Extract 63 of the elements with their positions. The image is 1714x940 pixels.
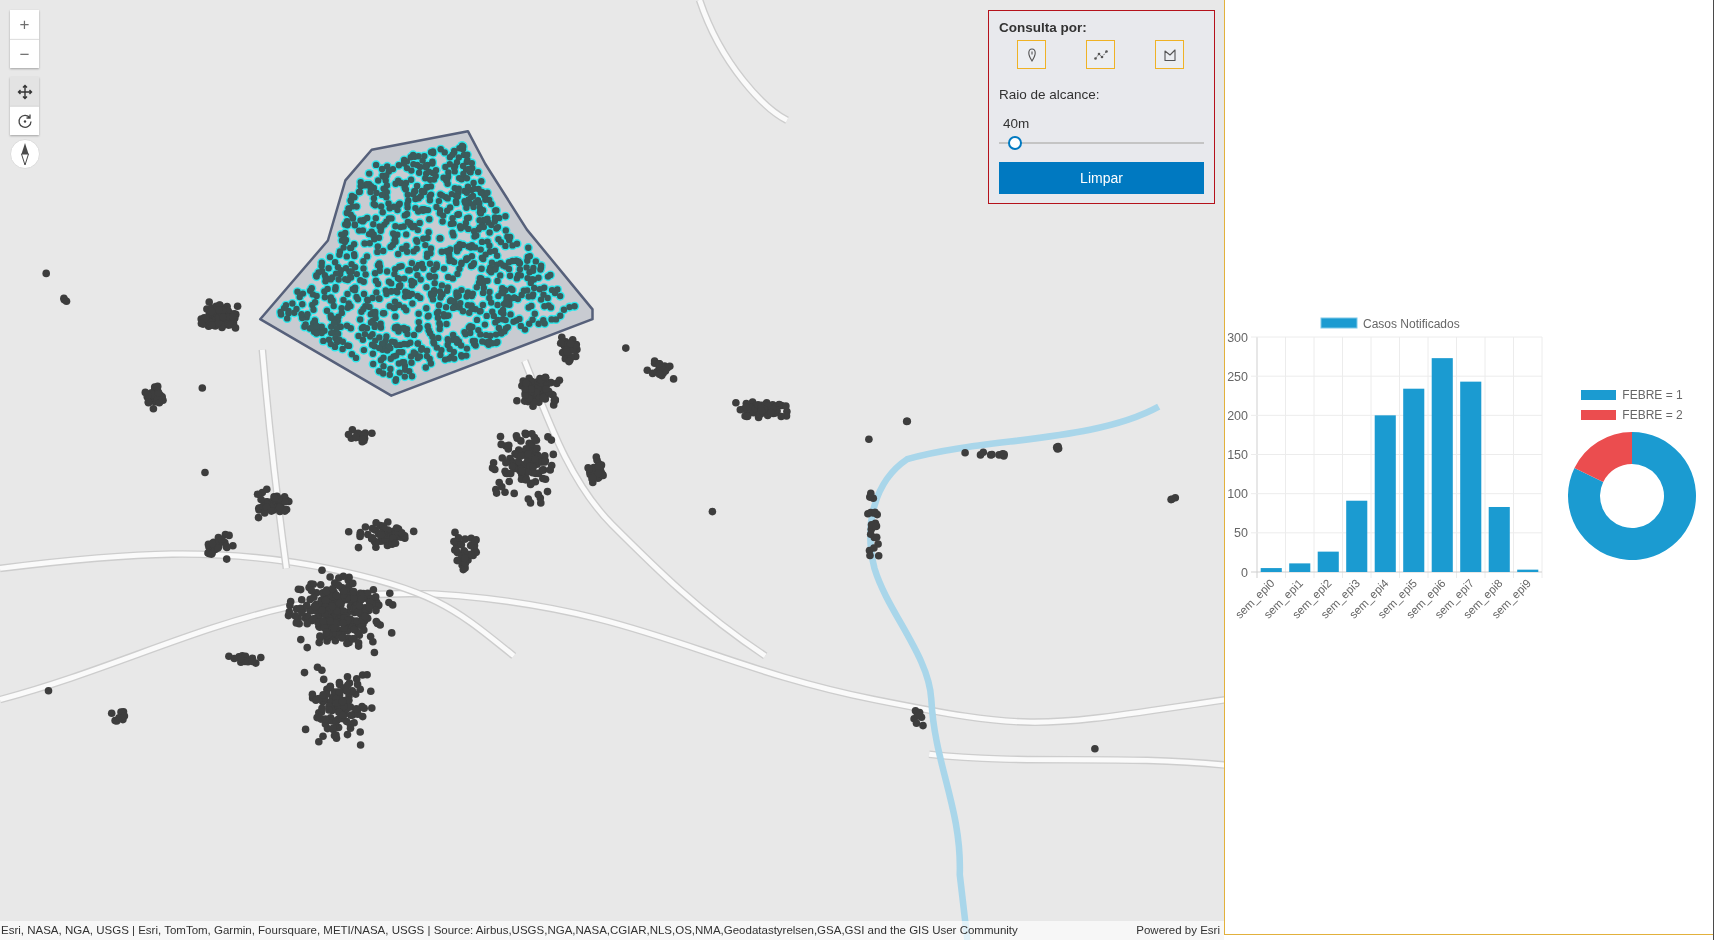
point-cluster bbox=[450, 528, 480, 574]
point-cluster bbox=[344, 425, 376, 446]
bar bbox=[1517, 569, 1539, 572]
tick-label: 0 bbox=[1241, 565, 1248, 580]
pan-button[interactable] bbox=[10, 77, 39, 106]
slider-thumb[interactable] bbox=[1008, 136, 1023, 150]
tick-label: 100 bbox=[1227, 487, 1248, 502]
move-icon bbox=[16, 83, 33, 100]
point-cluster bbox=[201, 468, 209, 477]
polyline-icon bbox=[1093, 47, 1108, 62]
polygon-tool-button[interactable] bbox=[1155, 40, 1184, 69]
point-cluster bbox=[732, 398, 791, 422]
powered-by-link[interactable]: Powered by Esri bbox=[1136, 921, 1220, 940]
point-cluster bbox=[107, 707, 129, 725]
tick-label: 250 bbox=[1227, 369, 1248, 384]
clear-button[interactable]: Limpar bbox=[999, 162, 1204, 194]
point-tool-button[interactable] bbox=[1017, 40, 1046, 69]
point-cluster bbox=[60, 294, 71, 305]
point-cluster bbox=[584, 453, 607, 487]
point-cluster bbox=[204, 530, 237, 563]
bar bbox=[1289, 563, 1311, 572]
point-cluster bbox=[864, 489, 883, 560]
point-cluster bbox=[556, 333, 581, 366]
point-cluster bbox=[42, 269, 50, 278]
point-cluster bbox=[198, 384, 207, 392]
point-cluster bbox=[961, 448, 1008, 460]
legend-label: Casos Notificados bbox=[1363, 316, 1460, 331]
bar bbox=[1260, 568, 1282, 572]
panel-title: Consulta por: bbox=[999, 19, 1088, 37]
point-cluster bbox=[865, 435, 873, 444]
bar bbox=[1317, 551, 1339, 572]
point-cluster bbox=[1052, 442, 1063, 453]
point-cluster bbox=[44, 686, 53, 695]
point-cluster bbox=[141, 382, 167, 413]
point-cluster bbox=[225, 652, 265, 667]
rotate-icon bbox=[16, 113, 33, 129]
point-cluster bbox=[253, 485, 293, 522]
zoom-in-button[interactable]: + bbox=[10, 10, 39, 39]
legend-label: FEBRE = 1 bbox=[1622, 387, 1683, 404]
compass-icon[interactable] bbox=[10, 138, 40, 170]
point-cluster bbox=[910, 707, 927, 730]
point-cluster bbox=[1091, 745, 1099, 753]
slider-value: 40m bbox=[1002, 116, 1031, 132]
point-cluster bbox=[197, 298, 242, 332]
polyline-tool-button[interactable] bbox=[1086, 40, 1115, 69]
point-cluster bbox=[902, 417, 912, 426]
rotate-button[interactable] bbox=[10, 106, 39, 135]
tick-label: 300 bbox=[1227, 330, 1248, 345]
point-cluster bbox=[643, 357, 678, 383]
tick-label: 50 bbox=[1234, 526, 1248, 541]
bar bbox=[1488, 507, 1510, 572]
tick-label: 200 bbox=[1227, 408, 1248, 423]
bar bbox=[1346, 500, 1368, 572]
tick-label: 150 bbox=[1227, 448, 1248, 462]
point-cluster bbox=[708, 507, 717, 516]
polygon-icon bbox=[1162, 47, 1177, 62]
legend-label: FEBRE = 2 bbox=[1622, 407, 1683, 424]
attribution-text: Esri, NASA, NGA, USGS | Esri, TomTom, Garmin, Foursquare, METI/NASA, USGS | Source: Airbus,USGS,NGA,NASA,CGIAR,NLS,OS,NMA,Geodatastyrelsen,GSA,GSI and the GIS User Community bbox=[1, 922, 1018, 938]
point-cluster bbox=[1167, 494, 1180, 504]
point-cluster bbox=[513, 373, 564, 410]
point-cluster bbox=[622, 344, 630, 352]
zoom-out-button[interactable]: − bbox=[10, 39, 39, 68]
radius-label: Raio de alcance: bbox=[999, 86, 1101, 104]
